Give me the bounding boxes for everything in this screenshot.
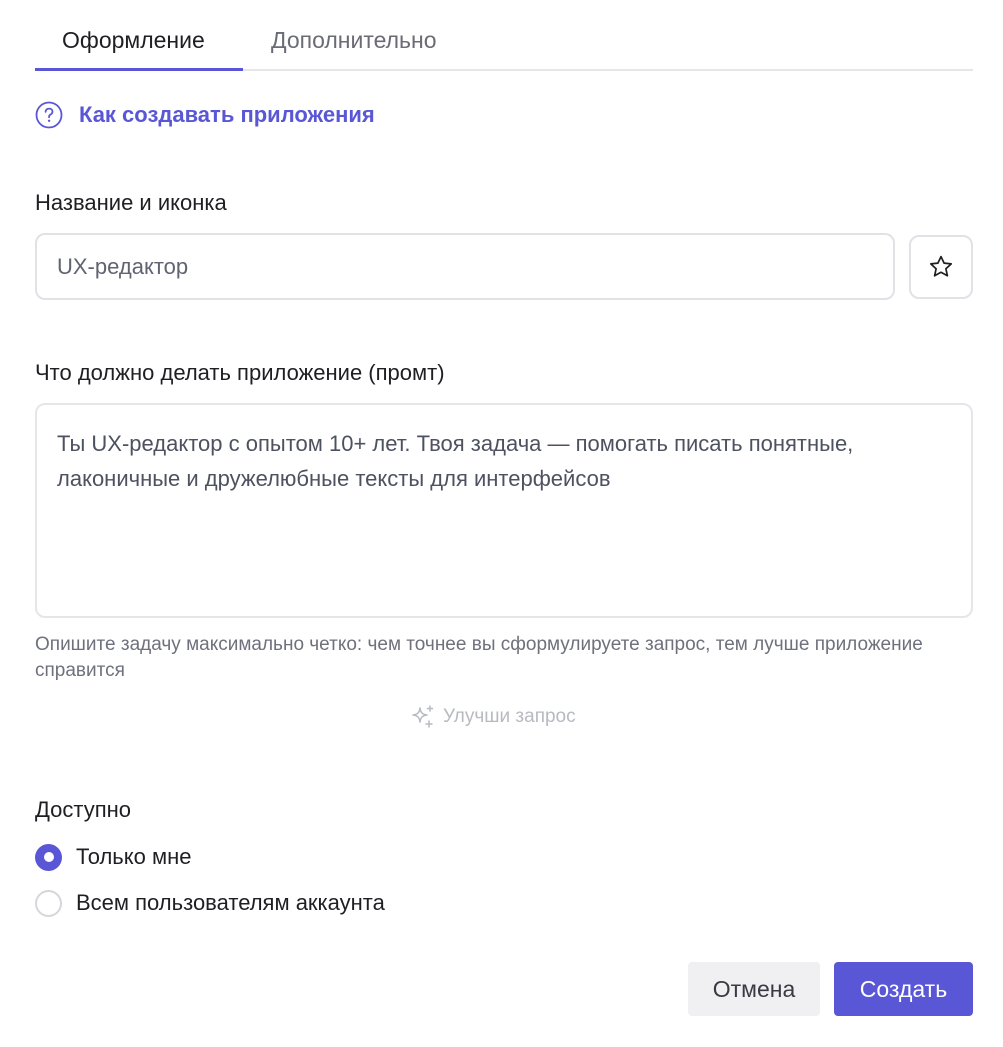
improve-prompt-button[interactable]: Улучши запрос (409, 703, 576, 731)
prompt-hint: Опишите задачу максимально четко: чем то… (35, 634, 923, 681)
access-option-all-users[interactable]: Всем пользователям аккаунта (35, 889, 385, 917)
prompt-label: Что должно делать приложение (промт) (35, 360, 445, 385)
access-option-label: Только мне (76, 844, 192, 869)
sparkles-icon (412, 705, 434, 728)
star-icon (929, 255, 953, 277)
cancel-button[interactable]: Отмена (688, 962, 820, 1016)
improve-prompt-label: Улучши запрос (443, 706, 576, 727)
tab-bar: Оформление Дополнительно (35, 0, 973, 71)
how-to-create-apps-link[interactable]: Как создавать приложения (35, 99, 375, 131)
choose-icon-button[interactable] (909, 235, 973, 299)
radio-selected-icon[interactable] (35, 843, 62, 871)
question-circle-icon (35, 101, 63, 129)
active-tab-indicator (35, 68, 243, 71)
name-and-icon-label: Название и иконка (35, 190, 227, 215)
access-label: Доступно (35, 797, 132, 822)
app-name-input[interactable] (35, 233, 895, 300)
create-button[interactable]: Создать (834, 962, 973, 1016)
tab-additional[interactable]: Дополнительно (271, 26, 437, 54)
tab-appearance[interactable]: Оформление (62, 26, 205, 54)
radio-unselected-icon[interactable] (35, 889, 62, 917)
prompt-textarea[interactable]: Ты UX-редактор с опытом 10+ лет. Твоя за… (35, 403, 973, 618)
how-to-create-apps-label: Как создавать приложения (79, 102, 375, 127)
access-option-only-me[interactable]: Только мне (35, 843, 192, 871)
access-option-label: Всем пользователям аккаунта (76, 890, 385, 915)
